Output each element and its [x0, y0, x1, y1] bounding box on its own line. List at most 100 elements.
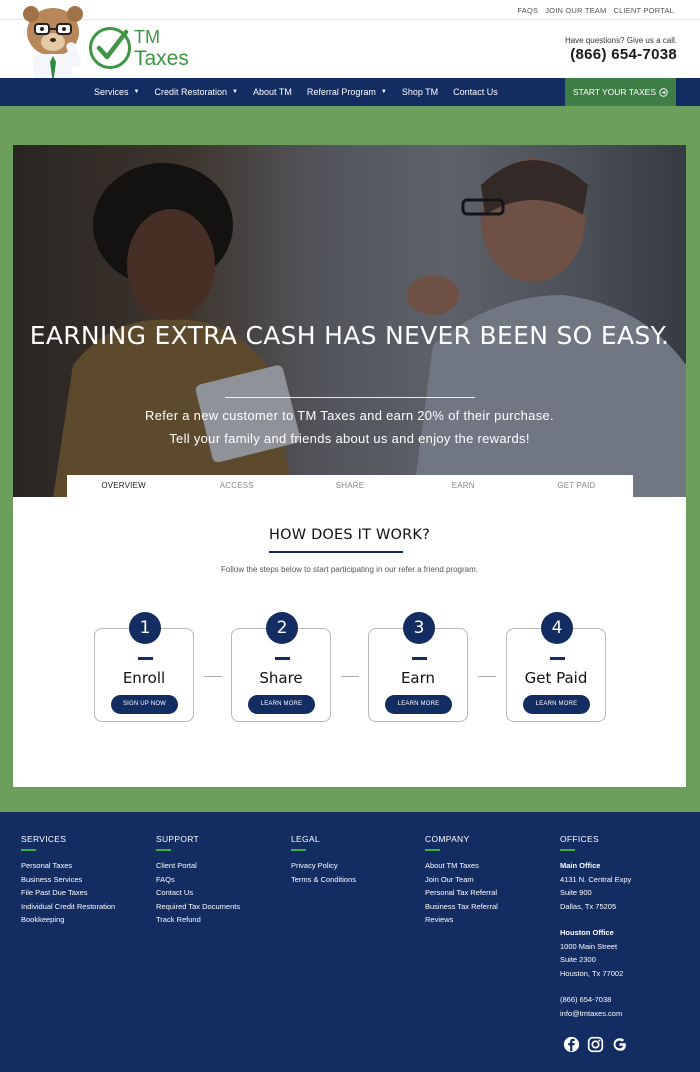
- client-portal-link[interactable]: CLIENT PORTAL: [613, 6, 674, 15]
- footer-offices-column: OFFICES Main Office 4131 N. Central Expy…: [560, 834, 631, 1020]
- utility-links: FAQS JOIN OUR TEAM CLIENT PORTAL: [517, 6, 674, 15]
- google-icon[interactable]: [611, 1036, 628, 1053]
- tab-overview[interactable]: OVERVIEW: [67, 475, 180, 497]
- nav-label-services: Services: [94, 87, 129, 97]
- sign-up-now-button[interactable]: SIGN UP NOW: [111, 695, 178, 714]
- join-our-team-link[interactable]: JOIN OUR TEAM: [545, 6, 606, 15]
- footer-link[interactable]: Reviews: [425, 913, 498, 927]
- footer-link[interactable]: Personal Tax Referral: [425, 886, 498, 900]
- step-label: Earn: [400, 669, 436, 687]
- footer-link[interactable]: Bookkeeping: [21, 913, 115, 927]
- footer-link[interactable]: FAQs: [156, 873, 240, 887]
- learn-more-share-button[interactable]: LEARN MORE: [248, 695, 315, 714]
- footer-link[interactable]: Required Tax Documents: [156, 900, 240, 914]
- contact-question: Have questions? Give us a call.: [564, 36, 677, 45]
- tab-access[interactable]: ACCESS: [180, 475, 293, 497]
- office-address-line: Houston, Tx 77002: [560, 968, 624, 978]
- footer-heading-underline: [560, 849, 575, 851]
- steps-row: 1 Enroll SIGN UP NOW 2 Share LEARN MORE …: [13, 610, 686, 730]
- footer-link[interactable]: Business Tax Referral: [425, 900, 498, 914]
- step-number: 2: [266, 612, 298, 644]
- faqs-link[interactable]: FAQS: [517, 6, 538, 15]
- nav-label-referral-program: Referral Program: [306, 87, 376, 97]
- footer-heading-underline: [425, 849, 440, 851]
- learn-more-earn-button[interactable]: LEARN MORE: [385, 695, 452, 714]
- main-office-title: Main Office: [560, 861, 601, 870]
- top-utility-bar: FAQS JOIN OUR TEAM CLIENT PORTAL: [0, 0, 700, 20]
- footer-heading: COMPANY: [425, 834, 470, 844]
- footer-heading-underline: [291, 849, 306, 851]
- nav-item-referral-program[interactable]: Referral Program ▼: [307, 87, 387, 97]
- logo-text-tm: TM: [134, 27, 160, 47]
- tm-taxes-logo[interactable]: TM Taxes: [88, 26, 198, 74]
- hero-heading: EARNING EXTRA CASH HAS NEVER BEEN SO EAS…: [29, 321, 670, 350]
- footer-link[interactable]: Terms & Conditions: [291, 873, 356, 887]
- footer-link[interactable]: Individual Credit Restoration: [21, 900, 115, 914]
- footer-link[interactable]: File Past Due Taxes: [21, 886, 115, 900]
- chevron-down-icon: ▼: [133, 89, 140, 95]
- footer-heading: OFFICES: [560, 834, 599, 844]
- logo-checkmark-icon: [89, 27, 131, 69]
- step-number: 4: [541, 612, 573, 644]
- cta-label: START YOUR TAXES: [572, 87, 656, 97]
- tab-get-paid[interactable]: GET PAID: [520, 475, 633, 497]
- how-it-works-section: HOW DOES IT WORK? Follow the steps below…: [13, 497, 686, 787]
- office-address-line: Suite 900: [560, 888, 592, 897]
- instagram-icon[interactable]: [587, 1036, 604, 1053]
- footer-link[interactable]: Business Services: [21, 873, 115, 887]
- arrow-circle-right-icon: [659, 87, 668, 97]
- footer-link[interactable]: Personal Taxes: [21, 859, 115, 873]
- nav-item-shop-tm[interactable]: Shop TM: [402, 87, 438, 97]
- footer-heading: SUPPORT: [156, 834, 200, 844]
- footer-services-column: SERVICES Personal Taxes Business Service…: [21, 834, 115, 927]
- step-bar: [412, 657, 427, 660]
- facebook-icon[interactable]: [563, 1036, 580, 1053]
- nav-item-about-tm[interactable]: About TM: [253, 87, 292, 97]
- title-underline: [269, 551, 403, 553]
- nav-item-credit-restoration[interactable]: Credit Restoration ▼: [154, 87, 238, 97]
- footer-link[interactable]: About TM Taxes: [425, 859, 498, 873]
- footer-link[interactable]: Track Refund: [156, 913, 240, 927]
- referral-tabs: OVERVIEW ACCESS SHARE EARN GET PAID: [67, 475, 633, 497]
- site-header: TM Taxes Have questions? Give us a call.…: [0, 6, 700, 114]
- office-address-line: 1000 Main Street: [560, 941, 618, 951]
- main-nav: Services ▼ Credit Restoration ▼ About TM R…: [0, 78, 700, 106]
- footer-phone-link[interactable]: (866) 654-7038: [560, 993, 631, 1007]
- nav-item-contact-us[interactable]: Contact Us: [453, 87, 498, 97]
- footer-link[interactable]: Client Portal: [156, 859, 240, 873]
- nav-label-about-tm: About TM: [252, 87, 292, 97]
- footer-heading-underline: [21, 849, 36, 851]
- step-bar: [550, 657, 565, 660]
- step-connector: [341, 676, 359, 677]
- nav-label-contact-us: Contact Us: [453, 87, 498, 97]
- hero-banner: EARNING EXTRA CASH HAS NEVER BEEN SO EAS…: [13, 145, 686, 498]
- footer-support-column: SUPPORT Client Portal FAQs Contact Us Re…: [156, 834, 240, 927]
- step-label: Share: [259, 669, 303, 687]
- office-address-line: Suite 2300: [560, 955, 596, 964]
- tab-earn[interactable]: EARN: [407, 475, 520, 497]
- footer-link[interactable]: Join Our Team: [425, 873, 498, 887]
- step-connector: [478, 676, 496, 677]
- footer-heading: LEGAL: [291, 834, 320, 844]
- footer-link[interactable]: Privacy Policy: [291, 859, 356, 873]
- office-address-line: 4131 N. Central Expy: [560, 874, 632, 884]
- hero-subtext-2: Tell your family and friends about us an…: [169, 431, 530, 446]
- step-card-get-paid: 4 Get Paid LEARN MORE: [506, 612, 606, 722]
- site-footer: SERVICES Personal Taxes Business Service…: [0, 812, 700, 1072]
- tab-share[interactable]: SHARE: [293, 475, 406, 497]
- header-phone-number[interactable]: (866) 654-7038: [565, 46, 677, 63]
- nav-item-services[interactable]: Services ▼: [94, 87, 139, 97]
- hero-subtext-1: Refer a new customer to TM Taxes and ear…: [145, 408, 554, 423]
- learn-more-get-paid-button[interactable]: LEARN MORE: [523, 695, 590, 714]
- footer-email-link[interactable]: info@tmtaxes.com: [560, 1007, 631, 1021]
- start-your-taxes-button[interactable]: START YOUR TAXES: [564, 78, 676, 106]
- office-address-line: Dallas, Tx 75205: [560, 901, 617, 911]
- step-card-enroll: 1 Enroll SIGN UP NOW: [94, 612, 194, 722]
- chevron-down-icon: ▼: [232, 89, 238, 95]
- footer-heading: SERVICES: [21, 834, 67, 844]
- step-label: Enroll: [122, 669, 166, 687]
- houston-office-title: Houston Office: [560, 928, 614, 937]
- nav-label-shop-tm: Shop TM: [401, 87, 439, 97]
- footer-link[interactable]: Contact Us: [156, 886, 240, 900]
- chevron-down-icon: ▼: [380, 89, 387, 95]
